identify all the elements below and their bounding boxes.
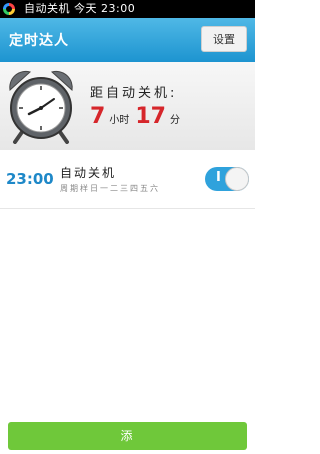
status-bar: 自动关机 今天 23:00 [0,0,255,18]
alarm-time: 23:00 [6,170,54,188]
alarm-name: 自动关机 [60,166,117,180]
page-title: 定时达人 [9,33,69,49]
alarm-clock-icon [9,70,73,144]
countdown-value: 7 小时 17 分 [90,104,186,129]
alarm-repeat-days: 周期样日一二三四五六 [60,184,160,193]
countdown-minutes: 17 [135,104,166,129]
toggle-on-label: I [216,170,221,185]
minutes-unit: 分 [169,115,180,126]
countdown-panel: 距自动关机: 7 小时 17 分 [0,62,255,151]
countdown-hours: 7 [90,104,106,129]
status-text: 自动关机 今天 23:00 [24,2,136,15]
app-status-icon [3,3,15,15]
alarm-list-item[interactable]: 23:00 自动关机 周期样日一二三四五六 I [0,150,255,209]
settings-button[interactable]: 设置 [201,26,247,52]
add-task-button[interactable]: 添 [8,422,247,450]
countdown-label: 距自动关机: [90,86,178,101]
title-bar: 定时达人 设置 [0,18,255,62]
hours-unit: 小时 [109,115,130,126]
toggle-knob [225,167,249,191]
alarm-toggle[interactable]: I [205,167,249,191]
